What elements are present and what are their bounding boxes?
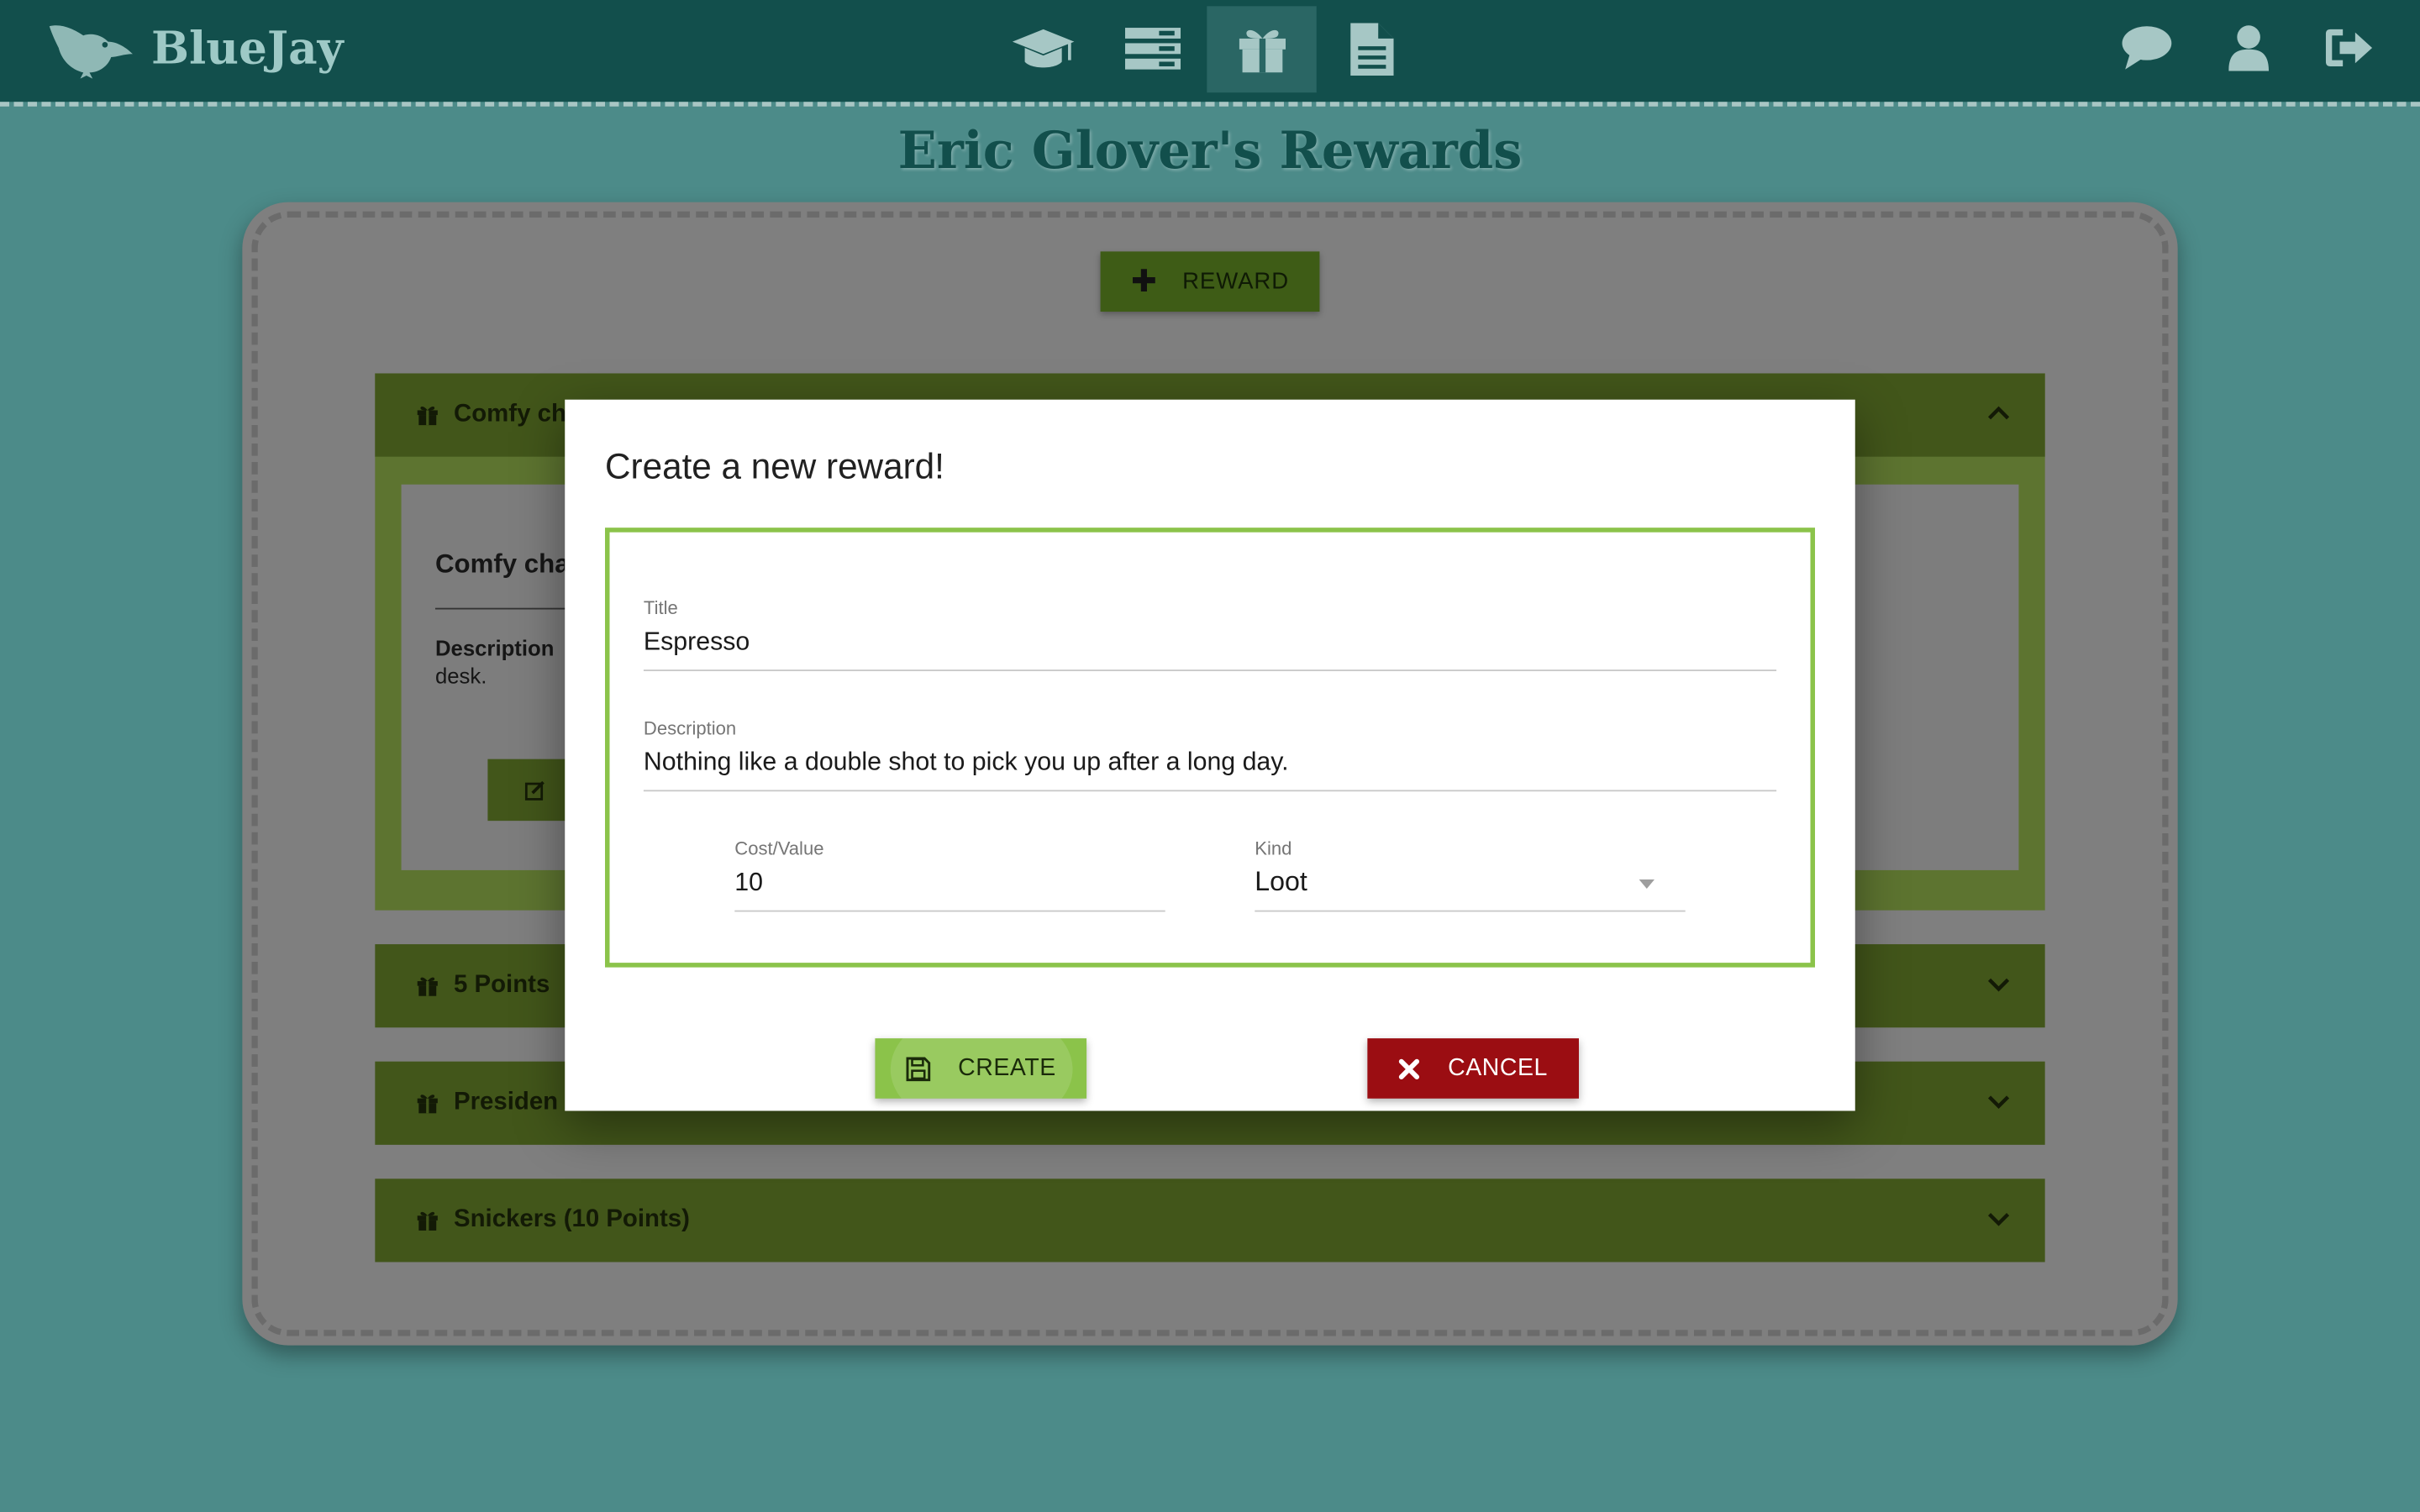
- gift-icon: [1238, 29, 1286, 73]
- main-nav: [988, 6, 1427, 93]
- app-name: BlueJay: [151, 21, 344, 75]
- list-icon: [1124, 28, 1181, 70]
- gift-icon: [417, 407, 438, 426]
- kind-select[interactable]: Kind Loot: [1255, 837, 1686, 912]
- reward-title: Presiden: [454, 1089, 559, 1116]
- kind-underline: [1255, 910, 1686, 912]
- document-icon: [1349, 23, 1393, 76]
- title-field[interactable]: Title Espresso: [643, 596, 1777, 671]
- reward-accordion-item: Snickers (10 Points): [375, 1179, 2045, 1263]
- edit-icon: [524, 780, 544, 801]
- close-icon: [1399, 1058, 1420, 1079]
- chevron-down-icon[interactable]: [1986, 1089, 2011, 1114]
- logout-icon[interactable]: [2324, 25, 2374, 76]
- graduation-cap-icon: [1011, 29, 1074, 68]
- title-input[interactable]: Espresso: [644, 628, 1776, 658]
- reward-card-title: Comfy cha: [434, 549, 570, 579]
- plus-icon: ✚: [1130, 265, 1158, 300]
- cancel-button[interactable]: CANCEL: [1367, 1038, 1579, 1099]
- nav-tab-rewards[interactable]: [1207, 6, 1317, 93]
- navbar-dashed-border: [0, 102, 2420, 108]
- gift-icon: [417, 1095, 438, 1114]
- create-button-label: CREATE: [958, 1054, 1056, 1081]
- title-field-label: Title: [643, 596, 678, 619]
- chevron-up-icon[interactable]: [1986, 402, 2011, 426]
- cancel-button-label: CANCEL: [1448, 1054, 1548, 1081]
- title-underline: [643, 669, 1777, 671]
- cost-field[interactable]: Cost/Value 10: [734, 837, 1165, 912]
- dropdown-caret-icon[interactable]: [1639, 879, 1655, 889]
- reward-title: Snickers (10 Points): [454, 1206, 690, 1233]
- kind-selected-value[interactable]: Loot: [1255, 865, 1685, 898]
- gift-icon: [417, 977, 438, 996]
- chevron-down-icon[interactable]: [1986, 1206, 2011, 1231]
- add-reward-button[interactable]: ✚ REWARD: [1100, 251, 1320, 312]
- app-logo[interactable]: BlueJay: [46, 13, 371, 83]
- nav-tab-classes[interactable]: [988, 6, 1097, 92]
- save-icon: [906, 1056, 930, 1081]
- description-field[interactable]: Description Nothing like a double shot t…: [643, 717, 1777, 792]
- chevron-down-icon[interactable]: [1986, 972, 2011, 996]
- gift-icon: [417, 1211, 438, 1231]
- description-underline: [643, 790, 1777, 792]
- cost-underline: [734, 910, 1165, 912]
- nav-tab-tasks[interactable]: [1097, 6, 1207, 92]
- reward-accordion-header[interactable]: Snickers (10 Points): [375, 1179, 2044, 1262]
- cost-field-label: Cost/Value: [734, 837, 824, 860]
- description-input[interactable]: Nothing like a double shot to pick you u…: [644, 748, 1776, 778]
- user-icon[interactable]: [2228, 24, 2270, 77]
- reward-card-description: desk.: [434, 663, 487, 689]
- reward-title: 5 Points: [454, 972, 550, 999]
- bluejay-bird-icon: [49, 25, 133, 79]
- top-navbar: BlueJay: [0, 0, 2420, 102]
- reward-form: Title Espresso Description Nothing like …: [605, 528, 1816, 968]
- nav-right-actions: [2121, 13, 2374, 90]
- description-field-label: Description: [643, 717, 737, 739]
- nav-tab-documents[interactable]: [1317, 6, 1426, 92]
- create-button[interactable]: CREATE: [875, 1038, 1087, 1099]
- page-title: Eric Glover's Rewards: [897, 120, 1523, 181]
- kind-field-label: Kind: [1255, 837, 1292, 860]
- add-reward-label: REWARD: [1182, 268, 1290, 295]
- reward-card-description-label: Description: [434, 635, 555, 661]
- chat-icon[interactable]: [2121, 24, 2173, 77]
- create-reward-dialog: Create a new reward! Title Espresso Desc…: [565, 399, 1855, 1111]
- dialog-title: Create a new reward!: [605, 445, 944, 486]
- cost-input[interactable]: 10: [734, 869, 1165, 898]
- reward-title: Comfy ch: [454, 401, 566, 428]
